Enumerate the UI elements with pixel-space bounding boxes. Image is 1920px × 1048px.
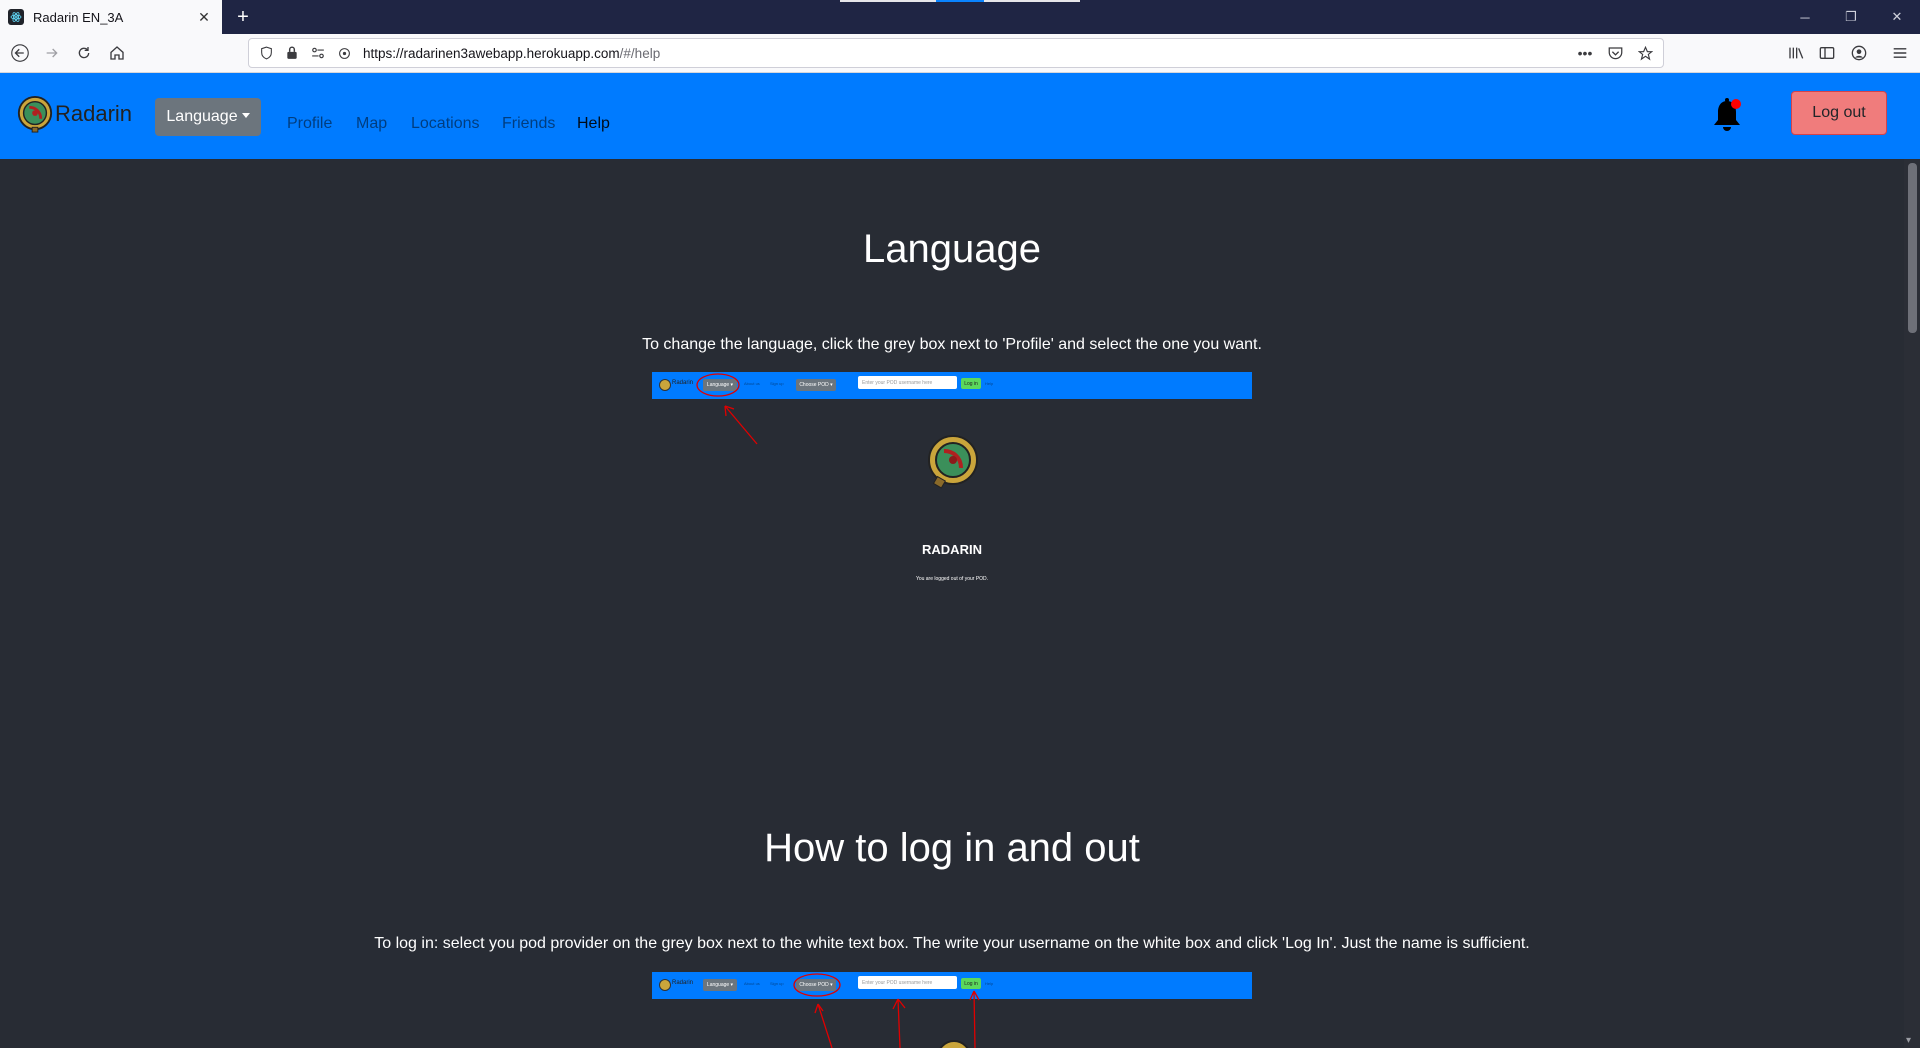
lock-icon[interactable] bbox=[283, 44, 301, 62]
language-dropdown-button[interactable]: Language bbox=[155, 98, 261, 136]
titlebar-strip bbox=[984, 0, 1080, 2]
bookmark-star-icon[interactable] bbox=[1633, 41, 1657, 65]
back-arrow-icon bbox=[11, 44, 29, 62]
login-section-text: To log in: select you pod provider on th… bbox=[374, 935, 1530, 952]
titlebar-strip bbox=[840, 0, 936, 2]
home-button[interactable] bbox=[103, 39, 131, 67]
shield-icon[interactable] bbox=[257, 44, 275, 62]
reload-icon bbox=[78, 47, 90, 59]
pocket-icon[interactable] bbox=[1603, 41, 1627, 65]
shot-signup-link: Sign up bbox=[770, 381, 784, 386]
address-bar[interactable]: https://radarinen3awebapp.herokuapp.com/… bbox=[248, 38, 1664, 68]
scroll-down-icon[interactable]: ▾ bbox=[1906, 1035, 1911, 1046]
new-tab-button[interactable]: + bbox=[231, 5, 255, 29]
notification-bell-icon[interactable] bbox=[1712, 97, 1742, 133]
logout-button[interactable]: Log out bbox=[1791, 91, 1887, 135]
language-section-text: To change the language, click the grey b… bbox=[642, 336, 1262, 353]
shot-help-link: Help bbox=[985, 981, 994, 986]
shot-about-link: About us bbox=[744, 981, 760, 986]
tracking-icon[interactable] bbox=[335, 44, 353, 62]
shot-login-button: Log in bbox=[961, 378, 981, 389]
login-section-title: How to log in and out bbox=[764, 826, 1140, 870]
url-text: https://radarinen3awebapp.herokuapp.com/… bbox=[363, 46, 1573, 61]
nav-link-profile[interactable]: Profile bbox=[287, 115, 332, 133]
menu-icon[interactable] bbox=[1890, 43, 1910, 63]
shot-help-link: Help bbox=[985, 381, 994, 386]
shot-brand: Radarin bbox=[672, 380, 694, 386]
shot-signup-link: Sign up bbox=[770, 981, 784, 986]
radarin-logo-icon bbox=[659, 379, 671, 391]
restore-button[interactable]: ❐ bbox=[1828, 0, 1874, 34]
library-icon[interactable] bbox=[1786, 43, 1806, 63]
tab-title: Radarin EN_3A bbox=[33, 9, 124, 25]
url-path: /#/help bbox=[619, 45, 661, 61]
minimize-button[interactable]: ─ bbox=[1782, 0, 1828, 34]
permissions-icon[interactable] bbox=[309, 44, 327, 62]
browser-tab[interactable]: Radarin EN_3A ✕ bbox=[0, 0, 222, 34]
shot-logged-out-text: You are logged out of your POD. bbox=[915, 576, 989, 582]
radarin-logo-icon bbox=[659, 979, 671, 991]
shot-login-button: Log in bbox=[961, 978, 981, 989]
brand[interactable]: Radarin bbox=[16, 95, 132, 133]
close-window-button[interactable]: ✕ bbox=[1874, 0, 1920, 34]
radarin-large-logo-icon bbox=[928, 435, 978, 489]
radarin-logo-partial-icon bbox=[939, 1040, 969, 1048]
radarin-logo-icon bbox=[17, 95, 53, 133]
reload-button[interactable] bbox=[70, 39, 98, 67]
notification-dot bbox=[1731, 99, 1741, 109]
shot-language-button: Language ▾ bbox=[703, 379, 737, 391]
scrollbar-thumb[interactable] bbox=[1908, 163, 1917, 333]
shot-choose-pod: Choose POD ▾ bbox=[796, 979, 836, 991]
shot-brand: Radarin bbox=[672, 980, 694, 986]
url-host: https://radarinen3awebapp.herokuapp.com bbox=[363, 45, 620, 61]
back-button[interactable] bbox=[6, 39, 34, 67]
nav-link-map[interactable]: Map bbox=[356, 115, 387, 133]
react-icon bbox=[8, 9, 24, 25]
shot-username-input: Enter your POD username here bbox=[858, 976, 957, 989]
red-annotation-marks bbox=[696, 373, 980, 1048]
page-scrollbar[interactable]: ▾ bbox=[1904, 159, 1920, 1048]
shot-username-input: Enter your POD username here bbox=[858, 376, 957, 389]
brand-name: Radarin bbox=[55, 101, 133, 126]
shot-choose-pod: Choose POD ▾ bbox=[796, 379, 836, 391]
language-section-title: Language bbox=[863, 227, 1041, 271]
forward-button[interactable] bbox=[38, 39, 66, 67]
home-icon bbox=[110, 46, 124, 60]
close-tab-icon[interactable]: ✕ bbox=[194, 7, 214, 27]
language-label: Language bbox=[166, 108, 238, 125]
sidebar-icon[interactable] bbox=[1817, 43, 1837, 63]
nav-link-locations[interactable]: Locations bbox=[411, 115, 480, 133]
browser-toolbar: https://radarinen3awebapp.herokuapp.com/… bbox=[0, 34, 1920, 73]
help-screenshot-navbar: Radarin Language ▾ About us Sign up Choo… bbox=[652, 372, 1252, 399]
nav-link-help[interactable]: Help bbox=[577, 115, 610, 133]
help-page-content: Language To change the language, click t… bbox=[0, 159, 1904, 1048]
help-screenshot-login: Radarin Language ▾ About us Sign up Choo… bbox=[652, 972, 1252, 999]
titlebar-strip bbox=[936, 0, 984, 2]
app-navbar: Radarin Language Profile Map Locations F… bbox=[0, 73, 1920, 159]
shot-language-button: Language ▾ bbox=[703, 979, 737, 991]
forward-arrow-icon bbox=[46, 48, 58, 58]
browser-titlebar: Radarin EN_3A ✕ + ─ ❐ ✕ bbox=[0, 0, 1920, 34]
account-icon[interactable] bbox=[1849, 43, 1869, 63]
nav-link-friends[interactable]: Friends bbox=[502, 115, 555, 133]
caret-down-icon bbox=[241, 112, 250, 118]
shot-radarin-title: RADARIN bbox=[922, 542, 982, 557]
shot-about-link: About us bbox=[744, 381, 760, 386]
page-actions-icon[interactable]: ••• bbox=[1573, 41, 1597, 65]
